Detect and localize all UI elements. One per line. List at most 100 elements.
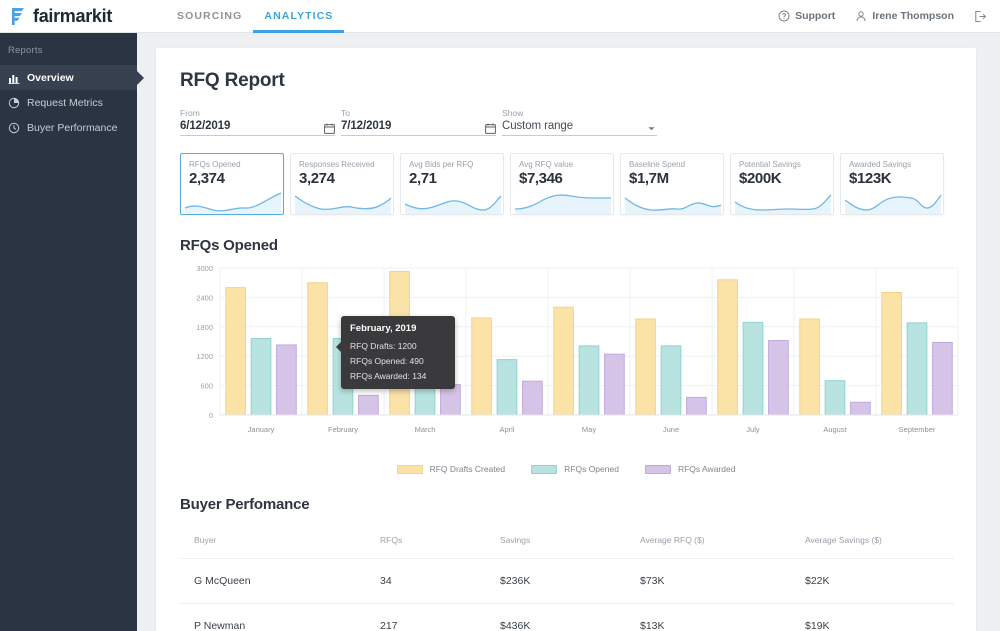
- sidebar-item-buyer-performance[interactable]: Buyer Performance: [0, 115, 137, 140]
- table-body: G McQueen34$236K$73K$22KP Newman217$436K…: [180, 559, 954, 631]
- svg-text:June: June: [663, 425, 679, 434]
- sidebar-item-buyer-performance-label: Buyer Performance: [27, 122, 117, 134]
- report-card: RFQ Report From 6/12/2019: [156, 48, 976, 631]
- chart-canvas[interactable]: 06001200180024003000JanuaryFebruaryMarch…: [180, 260, 970, 445]
- table-row[interactable]: P Newman217$436K$13K$19K: [180, 604, 954, 631]
- date-to-value: 7/12/2019: [341, 120, 391, 132]
- bar-rfq-drafts-created-may[interactable]: [554, 307, 574, 415]
- svg-text:3000: 3000: [196, 264, 213, 273]
- kpi-value: $1,7M: [621, 169, 723, 187]
- kpi-card-avg-bids-per-rfq[interactable]: Avg Bids per RFQ2,71: [400, 153, 504, 215]
- table-cell-avg-savings: $22K: [805, 559, 954, 604]
- clock-icon: [8, 122, 20, 134]
- kpi-label: Avg Bids per RFQ: [401, 154, 503, 169]
- table-column-header: RFQs: [380, 521, 500, 559]
- bar-rfq-drafts-created-july[interactable]: [718, 280, 738, 415]
- brand-name: fairmarkit: [33, 6, 112, 27]
- sidebar-section-label: Reports: [0, 33, 137, 65]
- chevron-down-icon[interactable]: [646, 121, 657, 132]
- calendar-icon[interactable]: [485, 121, 496, 132]
- bar-rfqs-awarded-may[interactable]: [605, 354, 625, 415]
- date-to-field[interactable]: To 7/12/2019: [341, 108, 496, 136]
- filter-bar: From 6/12/2019 To: [180, 108, 952, 136]
- calendar-icon[interactable]: [324, 121, 335, 132]
- bar-rfqs-awarded-april[interactable]: [523, 381, 543, 415]
- svg-text:600: 600: [200, 382, 213, 391]
- chart-legend: RFQ Drafts Created RFQs Opened RFQs Awarde…: [180, 464, 952, 474]
- kpi-sparkline: [291, 190, 394, 214]
- bar-rfq-drafts-created-february[interactable]: [308, 283, 328, 415]
- bar-rfq-drafts-created-april[interactable]: [472, 318, 492, 415]
- svg-text:August: August: [823, 425, 847, 434]
- table-cell-savings: $236K: [500, 559, 640, 604]
- svg-text:2400: 2400: [196, 293, 213, 302]
- kpi-value: 2,374: [181, 169, 283, 187]
- bar-rfqs-awarded-september[interactable]: [933, 342, 953, 415]
- table-cell-buyer: G McQueen: [180, 559, 380, 604]
- svg-text:0: 0: [209, 411, 213, 420]
- kpi-label: Potential Savings: [731, 154, 833, 169]
- tooltip-title: February, 2019: [350, 323, 446, 334]
- bar-rfqs-opened-august[interactable]: [825, 381, 845, 415]
- kpi-card-baseline-spend[interactable]: Baseline Spend$1,7M: [620, 153, 724, 215]
- tooltip-row-awarded: RFQs Awarded: 134: [350, 371, 446, 381]
- legend-item-rfqs-awarded[interactable]: RFQs Awarded: [645, 464, 735, 474]
- table-cell-rfqs: 34: [380, 559, 500, 604]
- tab-sourcing[interactable]: SOURCING: [166, 0, 253, 33]
- kpi-card-rfqs-opened[interactable]: RFQs Opened2,374: [180, 153, 284, 215]
- support-button[interactable]: Support: [778, 10, 835, 22]
- bar-rfqs-opened-january[interactable]: [251, 339, 271, 415]
- brand-logo[interactable]: fairmarkit: [0, 6, 140, 27]
- legend-item-rfqs-opened[interactable]: RFQs Opened: [531, 464, 619, 474]
- table-column-header: Average Savings ($): [805, 521, 954, 559]
- user-menu[interactable]: Irene Thompson: [855, 10, 954, 22]
- bar-rfq-drafts-created-january[interactable]: [226, 288, 246, 415]
- sidebar-item-request-metrics[interactable]: Request Metrics: [0, 90, 137, 115]
- top-navigation-bar: fairmarkit SOURCING ANALYTICS Support: [0, 0, 1000, 33]
- top-bar-right-cluster: Support Irene Thompson: [778, 10, 1000, 23]
- bar-rfq-drafts-created-august[interactable]: [800, 319, 820, 415]
- kpi-card-awarded-savings[interactable]: Awarded Savings$123K: [840, 153, 944, 215]
- bar-rfqs-awarded-march[interactable]: [441, 385, 461, 415]
- legend-swatch: [397, 465, 423, 474]
- bar-rfqs-awarded-february[interactable]: [359, 395, 379, 415]
- kpi-label: Responses Received: [291, 154, 393, 169]
- kpi-card-avg-rfq-value[interactable]: Avg RFQ value$7,346: [510, 153, 614, 215]
- legend-swatch: [645, 465, 671, 474]
- buyer-performance-section: Buyer Perfomance BuyerRFQsSavingsAverage…: [180, 496, 952, 631]
- rfqs-opened-chart[interactable]: 06001200180024003000JanuaryFebruaryMarch…: [180, 260, 970, 460]
- tab-analytics[interactable]: ANALYTICS: [253, 0, 344, 33]
- bar-rfqs-awarded-june[interactable]: [687, 397, 707, 415]
- bar-rfqs-opened-september[interactable]: [907, 323, 927, 415]
- legend-label: RFQ Drafts Created: [430, 464, 506, 474]
- legend-item-rfq-drafts-created[interactable]: RFQ Drafts Created: [397, 464, 506, 474]
- bar-rfqs-opened-may[interactable]: [579, 346, 599, 415]
- bar-rfq-drafts-created-june[interactable]: [636, 319, 656, 415]
- sidebar-item-overview[interactable]: Overview: [0, 65, 137, 90]
- kpi-label: Awarded Savings: [841, 154, 943, 169]
- kpi-card-potential-savings[interactable]: Potential Savings$200K: [730, 153, 834, 215]
- bar-rfqs-awarded-january[interactable]: [277, 345, 297, 415]
- table-column-header: Average RFQ ($): [640, 521, 805, 559]
- bar-rfqs-awarded-july[interactable]: [769, 341, 789, 415]
- kpi-value: 2,71: [401, 169, 503, 187]
- bar-rfqs-awarded-august[interactable]: [851, 402, 871, 415]
- kpi-value: $123K: [841, 169, 943, 187]
- primary-nav-tabs: SOURCING ANALYTICS: [166, 0, 344, 33]
- bar-rfq-drafts-created-september[interactable]: [882, 293, 902, 416]
- kpi-value: $200K: [731, 169, 833, 187]
- table-cell-avg-savings: $19K: [805, 604, 954, 631]
- kpi-sparkline: [511, 190, 614, 214]
- logout-button[interactable]: [974, 10, 987, 23]
- date-from-field[interactable]: From 6/12/2019: [180, 108, 335, 136]
- kpi-card-responses-received[interactable]: Responses Received3,274: [290, 153, 394, 215]
- show-range-select[interactable]: Show Custom range: [502, 108, 657, 136]
- table-row[interactable]: G McQueen34$236K$73K$22K: [180, 559, 954, 604]
- kpi-value: 3,274: [291, 169, 393, 187]
- bar-rfqs-opened-june[interactable]: [661, 346, 681, 415]
- table-title: Buyer Perfomance: [180, 496, 952, 513]
- bar-rfqs-opened-april[interactable]: [497, 360, 517, 415]
- legend-swatch: [531, 465, 557, 474]
- bar-rfqs-opened-july[interactable]: [743, 322, 763, 415]
- kpi-label: Avg RFQ value: [511, 154, 613, 169]
